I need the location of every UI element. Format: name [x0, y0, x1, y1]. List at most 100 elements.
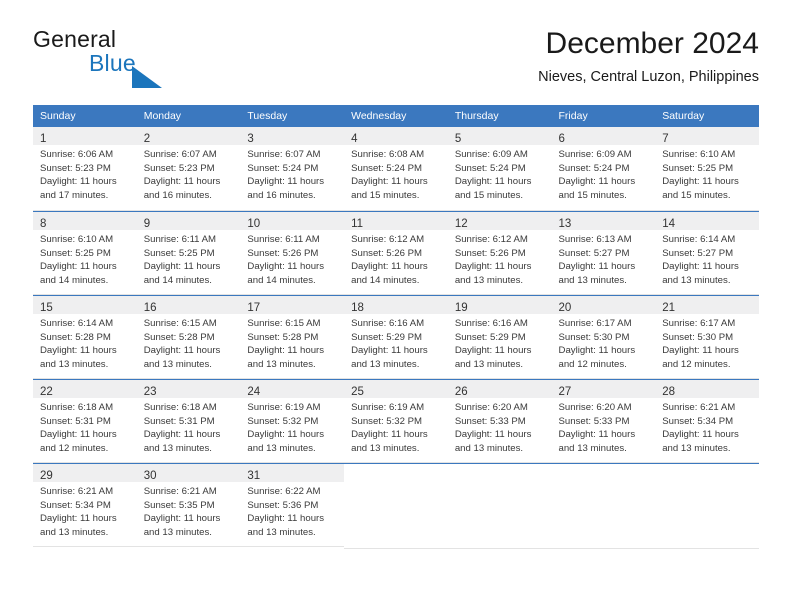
- daylight-text-line2: and 12 minutes.: [40, 442, 109, 454]
- daylight-text-line1: Daylight: 11 hours: [662, 345, 739, 357]
- calendar-day-cell[interactable]: 13 Sunrise: 6:13 AM Sunset: 5:27 PM Dayligh…: [551, 211, 656, 295]
- daylight-text-line2: and 15 minutes.: [351, 189, 420, 201]
- daylight-text-line2: and 13 minutes.: [454, 442, 524, 454]
- sunset-text: Sunset: 5:23 PM: [40, 162, 111, 174]
- day-number: 27: [558, 386, 572, 398]
- weekday-header-saturday: Saturday: [655, 105, 759, 127]
- calendar-week-row: 22 Sunrise: 6:18 AM Sunset: 5:31 PM Dayligh…: [33, 379, 759, 463]
- sunset-text: Sunset: 5:23 PM: [143, 162, 215, 174]
- daylight-text-line2: and 15 minutes.: [454, 189, 524, 201]
- daylight-text-line2: and 13 minutes.: [40, 358, 109, 370]
- daylight-text-line2: and 13 minutes.: [454, 358, 524, 370]
- daylight-text-line1: Daylight: 11 hours: [454, 176, 532, 188]
- daylight-text-line1: Daylight: 11 hours: [454, 345, 532, 357]
- calendar-day-cell[interactable]: 24 Sunrise: 6:19 AM Sunset: 5:32 PM Dayligh…: [240, 379, 345, 463]
- daylight-text-line1: Daylight: 11 hours: [247, 429, 325, 441]
- calendar-day-cell[interactable]: 20 Sunrise: 6:17 AM Sunset: 5:30 PM Dayligh…: [551, 295, 656, 379]
- calendar-day-cell[interactable]: 8 Sunrise: 6:10 AM Sunset: 5:25 PM Daylight…: [33, 211, 137, 295]
- brand-logo[interactable]: General Blue: [33, 26, 253, 88]
- daylight-text-line2: and 13 minutes.: [143, 442, 212, 454]
- sunset-text: Sunset: 5:28 PM: [143, 331, 215, 343]
- calendar-day-cell[interactable]: 12 Sunrise: 6:12 AM Sunset: 5:26 PM Dayligh…: [447, 211, 552, 295]
- calendar-day-cell[interactable]: 19 Sunrise: 6:16 AM Sunset: 5:29 PM Dayligh…: [447, 295, 552, 379]
- calendar-day-cell[interactable]: 10 Sunrise: 6:11 AM Sunset: 5:26 PM Dayligh…: [240, 211, 345, 295]
- day-details: Sunrise: 6:18 AM Sunset: 5:31 PM Daylight:…: [137, 398, 241, 455]
- calendar-day-cell[interactable]: 28 Sunrise: 6:21 AM Sunset: 5:34 PM Dayligh…: [655, 379, 759, 463]
- sunset-text: Sunset: 5:30 PM: [558, 331, 630, 343]
- day-number: 12: [454, 218, 468, 230]
- day-details: Sunrise: 6:21 AM Sunset: 5:34 PM Daylight:…: [655, 398, 759, 455]
- calendar-day-cell[interactable]: 2 Sunrise: 6:07 AM Sunset: 5:23 PM Daylight…: [136, 127, 241, 211]
- calendar-day-cell[interactable]: 22 Sunrise: 6:18 AM Sunset: 5:31 PM Dayligh…: [33, 379, 137, 463]
- calendar-day-cell[interactable]: 17 Sunrise: 6:15 AM Sunset: 5:28 PM Dayligh…: [240, 295, 345, 379]
- calendar-day-cell[interactable]: 9 Sunrise: 6:11 AM Sunset: 5:25 PM Daylight…: [136, 211, 241, 295]
- day-number-bar: 23: [136, 380, 241, 398]
- day-number-bar: 18: [344, 296, 448, 314]
- sunrise-text: Sunrise: 6:22 AM: [247, 486, 321, 497]
- calendar-day-cell[interactable]: 26 Sunrise: 6:20 AM Sunset: 5:33 PM Dayligh…: [447, 379, 552, 463]
- calendar-day-cell[interactable]: 14 Sunrise: 6:14 AM Sunset: 5:27 PM Dayligh…: [655, 211, 759, 295]
- calendar-day-cell[interactable]: 21 Sunrise: 6:17 AM Sunset: 5:30 PM Dayligh…: [655, 295, 759, 379]
- day-details: Sunrise: 6:14 AM Sunset: 5:27 PM Daylight:…: [655, 230, 759, 287]
- day-number: 26: [454, 386, 468, 398]
- page-title: December 2024: [545, 27, 759, 60]
- calendar-day-cell[interactable]: 18 Sunrise: 6:16 AM Sunset: 5:29 PM Dayligh…: [344, 295, 448, 379]
- day-number-bar: 7: [655, 127, 759, 145]
- day-details: Sunrise: 6:11 AM Sunset: 5:26 PM Daylight:…: [240, 230, 344, 287]
- calendar-day-cell[interactable]: 7 Sunrise: 6:10 AM Sunset: 5:25 PM Daylight…: [655, 127, 759, 211]
- day-details: Sunrise: 6:20 AM Sunset: 5:33 PM Daylight:…: [448, 398, 552, 455]
- sunset-text: Sunset: 5:26 PM: [454, 247, 526, 259]
- calendar-day-cell[interactable]: 4 Sunrise: 6:08 AM Sunset: 5:24 PM Daylight…: [344, 127, 448, 211]
- calendar-day-cell[interactable]: 6 Sunrise: 6:09 AM Sunset: 5:24 PM Daylight…: [551, 127, 656, 211]
- day-number: 6: [558, 133, 565, 145]
- sunset-text: Sunset: 5:35 PM: [143, 499, 215, 511]
- day-number: 9: [143, 218, 151, 230]
- day-details: Sunrise: 6:18 AM Sunset: 5:31 PM Daylight:…: [33, 398, 137, 455]
- calendar-day-cell[interactable]: 30 Sunrise: 6:21 AM Sunset: 5:35 PM Dayligh…: [136, 463, 241, 547]
- daylight-text-line2: and 17 minutes.: [40, 189, 109, 201]
- calendar-day-cell[interactable]: 11 Sunrise: 6:12 AM Sunset: 5:26 PM Dayligh…: [344, 211, 448, 295]
- day-number: 19: [454, 302, 468, 314]
- triangle-flag-icon: [132, 66, 166, 88]
- calendar-day-cell[interactable]: 31 Sunrise: 6:22 AM Sunset: 5:36 PM Dayligh…: [240, 463, 345, 547]
- day-details: Sunrise: 6:15 AM Sunset: 5:28 PM Daylight:…: [240, 314, 344, 371]
- calendar-day-cell[interactable]: 25 Sunrise: 6:19 AM Sunset: 5:32 PM Dayligh…: [344, 379, 448, 463]
- day-number-bar: 30: [136, 464, 241, 482]
- daylight-text-line1: Daylight: 11 hours: [558, 345, 636, 357]
- day-number-bar: 17: [240, 296, 345, 314]
- calendar-day-cell[interactable]: 27 Sunrise: 6:20 AM Sunset: 5:33 PM Dayligh…: [551, 379, 656, 463]
- weekday-header-tuesday: Tuesday: [240, 105, 345, 127]
- daylight-text-line1: Daylight: 11 hours: [40, 261, 117, 273]
- calendar-cell-empty: [447, 463, 552, 549]
- daylight-text-line1: Daylight: 11 hours: [143, 345, 221, 357]
- calendar-day-cell[interactable]: 15 Sunrise: 6:14 AM Sunset: 5:28 PM Dayligh…: [33, 295, 137, 379]
- day-number: 29: [40, 470, 53, 482]
- calendar-day-cell[interactable]: 1 Sunrise: 6:06 AM Sunset: 5:23 PM Daylight…: [33, 127, 137, 211]
- sunset-text: Sunset: 5:31 PM: [40, 415, 111, 427]
- brand-name-blue: Blue: [89, 50, 136, 76]
- daylight-text-line1: Daylight: 11 hours: [662, 261, 739, 273]
- calendar-day-cell[interactable]: 3 Sunrise: 6:07 AM Sunset: 5:24 PM Daylight…: [240, 127, 345, 211]
- calendar-day-cell[interactable]: 23 Sunrise: 6:18 AM Sunset: 5:31 PM Dayligh…: [136, 379, 241, 463]
- day-details: Sunrise: 6:07 AM Sunset: 5:23 PM Daylight:…: [137, 145, 241, 202]
- calendar-day-cell[interactable]: 16 Sunrise: 6:15 AM Sunset: 5:28 PM Dayligh…: [136, 295, 241, 379]
- daylight-text-line2: and 13 minutes.: [143, 526, 212, 538]
- day-details: Sunrise: 6:08 AM Sunset: 5:24 PM Daylight:…: [344, 145, 448, 202]
- day-number-bar: 16: [136, 296, 241, 314]
- calendar-day-cell[interactable]: 29 Sunrise: 6:21 AM Sunset: 5:34 PM Dayligh…: [33, 463, 137, 547]
- sunset-text: Sunset: 5:32 PM: [247, 415, 319, 427]
- day-details: Sunrise: 6:19 AM Sunset: 5:32 PM Daylight:…: [344, 398, 448, 455]
- day-details: Sunrise: 6:16 AM Sunset: 5:29 PM Daylight:…: [344, 314, 448, 371]
- day-number-bar: 6: [551, 127, 656, 145]
- daylight-text-line2: and 13 minutes.: [454, 274, 524, 286]
- calendar-day-cell[interactable]: 5 Sunrise: 6:09 AM Sunset: 5:24 PM Daylight…: [447, 127, 552, 211]
- day-number: 5: [454, 133, 462, 145]
- day-number: 22: [40, 386, 53, 398]
- sunrise-text: Sunrise: 6:17 AM: [558, 318, 632, 329]
- sunset-text: Sunset: 5:36 PM: [247, 499, 319, 511]
- sunrise-text: Sunrise: 6:20 AM: [454, 402, 528, 413]
- day-number-bar: 2: [136, 127, 241, 145]
- day-number-bar: 19: [447, 296, 552, 314]
- day-number-bar: 31: [240, 464, 345, 482]
- sunset-text: Sunset: 5:33 PM: [454, 415, 526, 427]
